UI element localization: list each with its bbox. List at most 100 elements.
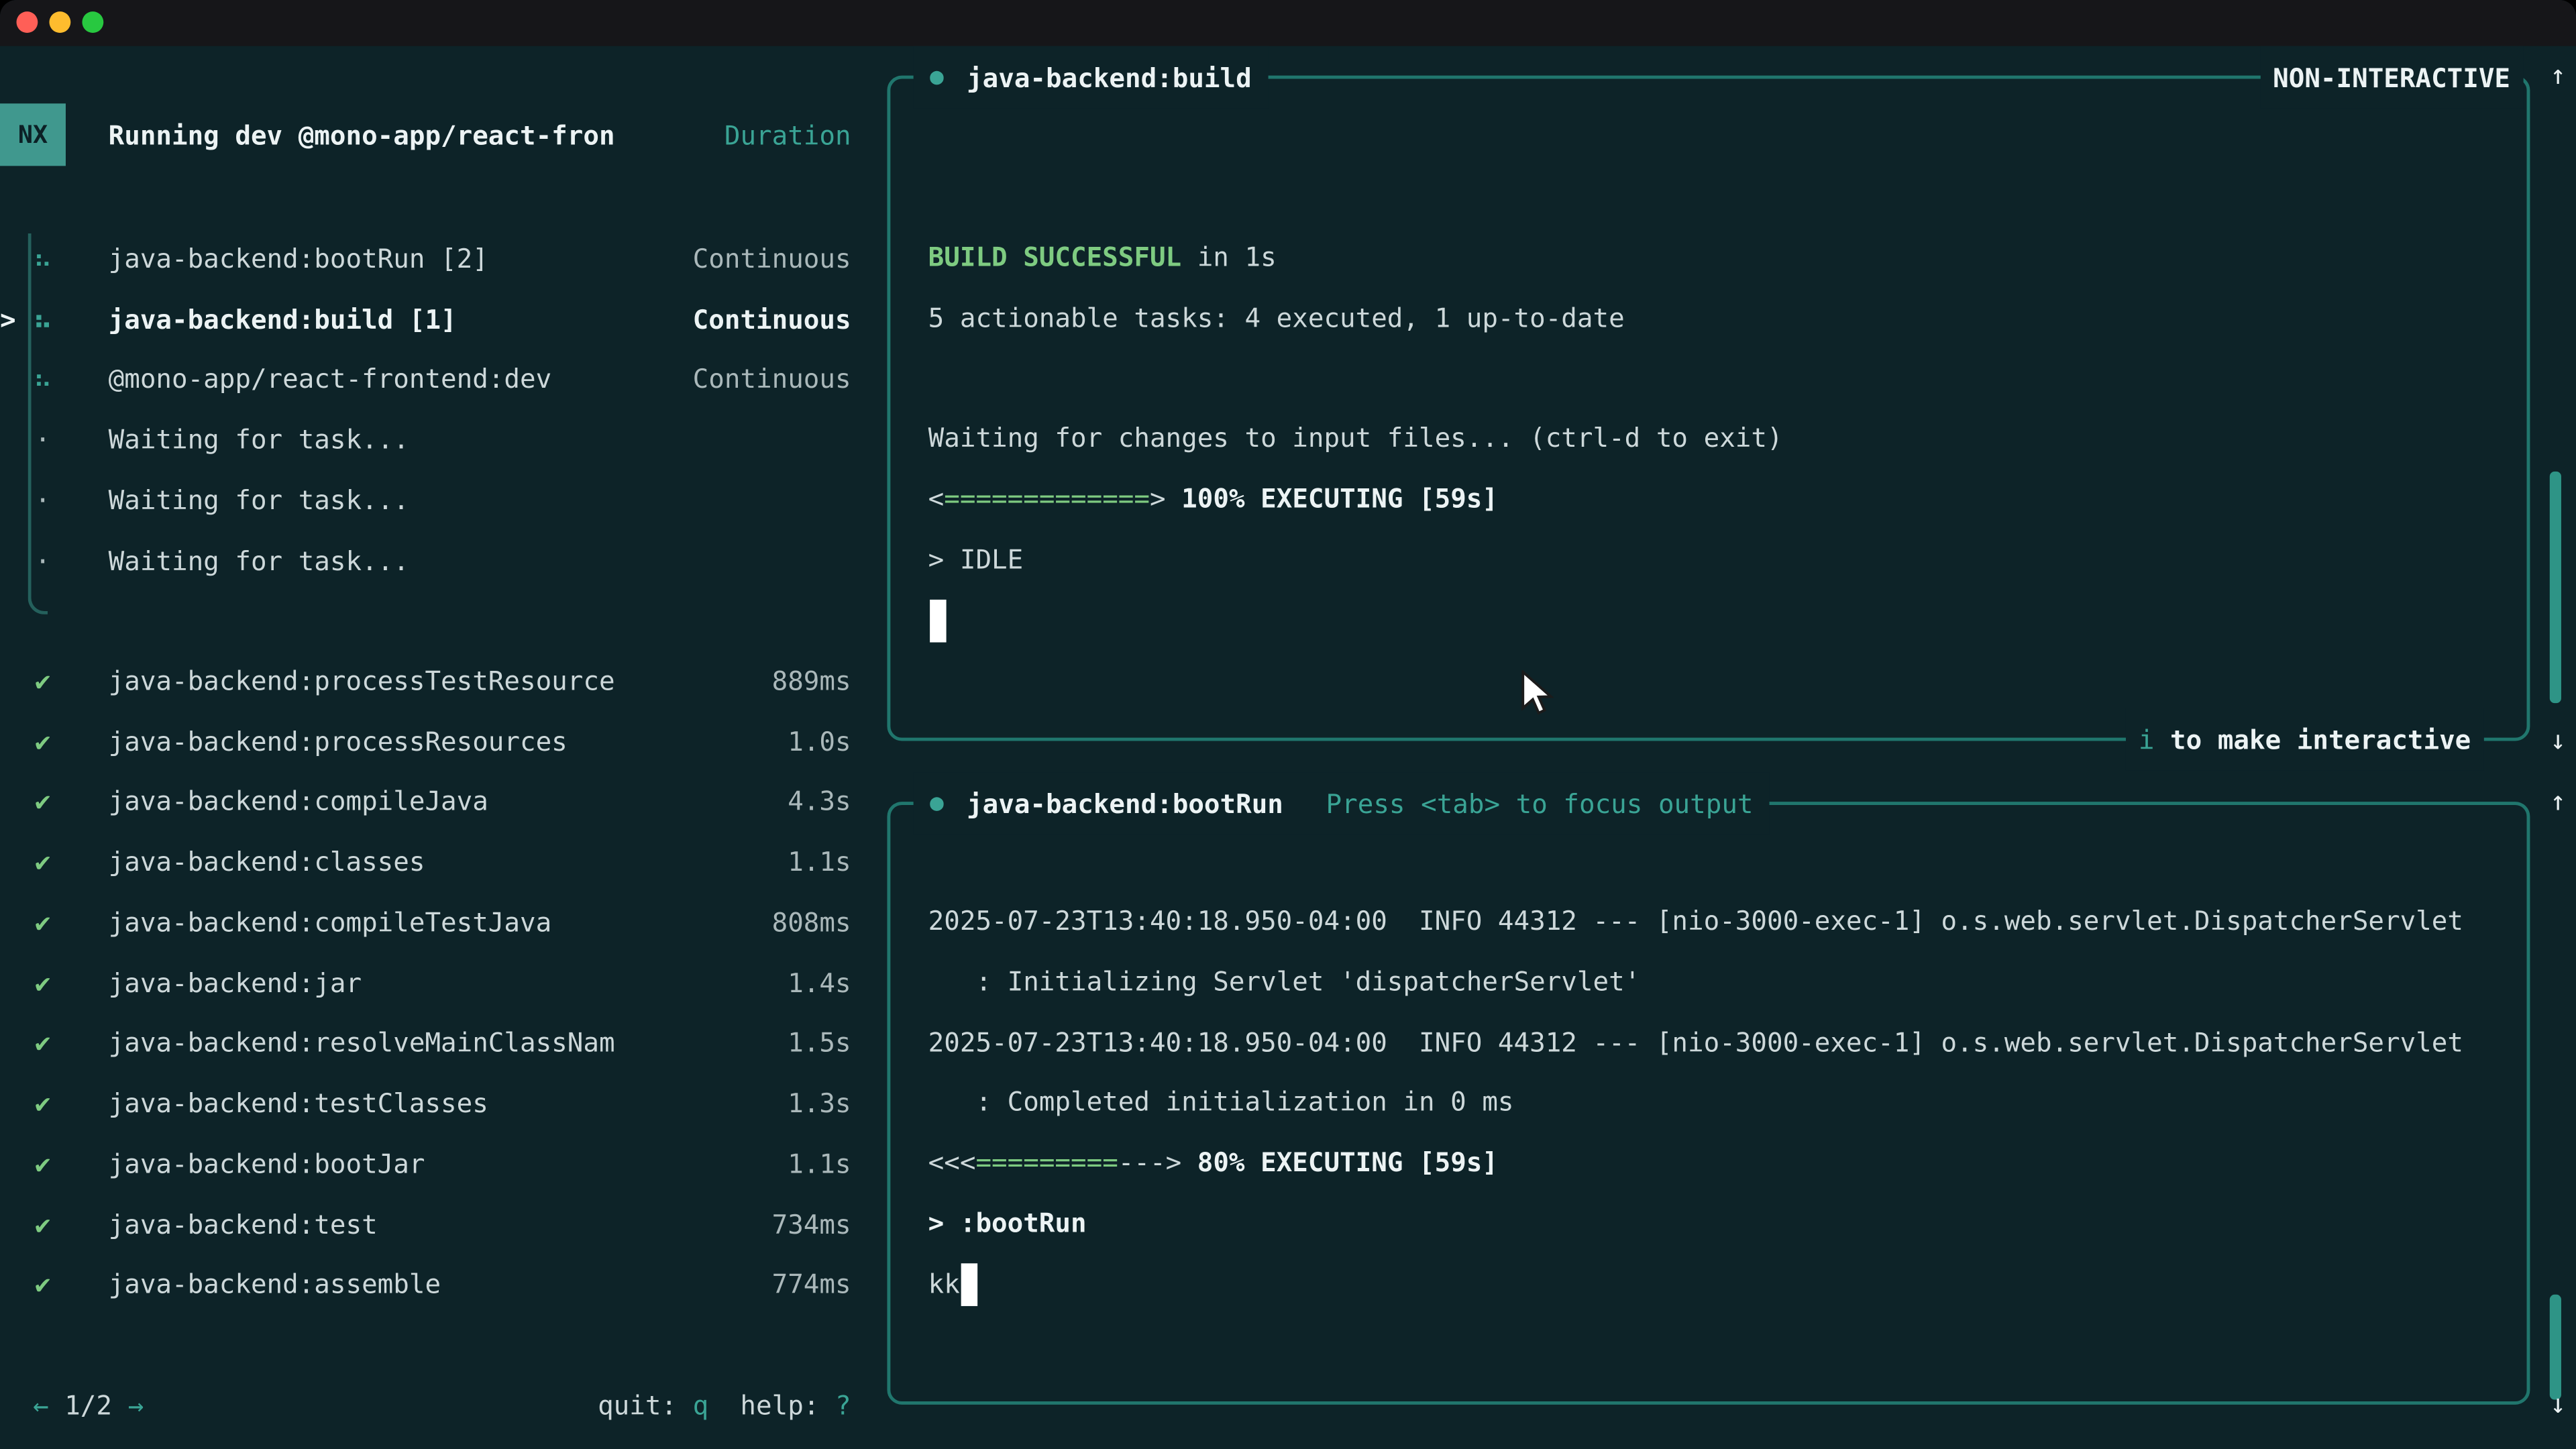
interactive-hint-text: to make interactive: [2154, 724, 2471, 755]
check-icon: ✔: [26, 967, 59, 999]
scrollbar-thumb[interactable]: [2550, 472, 2561, 703]
output-text: --->: [1118, 1146, 1181, 1178]
task-row[interactable]: ·Waiting for task...: [0, 409, 851, 470]
task-sidebar: NX Running dev @mono-app/react-fron Dura…: [0, 0, 887, 1449]
task-row[interactable]: ✔java-backend:processTestResource889ms: [0, 651, 851, 711]
check-icon: ✔: [26, 847, 59, 878]
scroll-down-icon[interactable]: ↓: [2540, 1375, 2576, 1434]
check-icon: ✔: [26, 907, 59, 938]
output-text: 2025-07-23T13:40:18.950-04:00 INFO 44312…: [928, 1026, 2463, 1057]
page-number: 1/2: [64, 1390, 112, 1421]
task-name: java-backend:resolveMainClassNam: [109, 1028, 788, 1059]
output-text: <: [928, 483, 945, 515]
task-name: java-backend:compileTestJava: [109, 907, 772, 938]
task-row[interactable]: ✔java-backend:test734ms: [0, 1194, 851, 1254]
spacer: [112, 1390, 128, 1421]
output-line: [928, 590, 2514, 651]
task-row[interactable]: ✔java-backend:compileJava4.3s: [0, 771, 851, 832]
task-row[interactable]: ⠦@mono-app/react-frontend:devContinuous: [0, 349, 851, 409]
output-line: : Completed initialization in 0 ms: [928, 1073, 2514, 1134]
pane-build[interactable]: ● java-backend:build NON-INTERACTIVE BUI…: [887, 76, 2530, 741]
pane-build-title-text: java-backend:build: [967, 62, 1252, 93]
task-name: java-backend:assemble: [109, 1269, 772, 1301]
task-row[interactable]: >⠦java-backend:build [1]Continuous: [0, 288, 851, 349]
output-line: kk: [928, 1254, 2514, 1315]
output-text: in 1s: [1181, 241, 1277, 273]
page-next-icon[interactable]: →: [128, 1390, 144, 1421]
output-text: <<<: [928, 1146, 976, 1178]
sidebar-title: Running dev @mono-app/react-fron: [109, 119, 724, 151]
output-text: >: [1150, 483, 1166, 515]
task-duration: 1.1s: [788, 1148, 851, 1180]
task-row[interactable]: ·Waiting for task...: [0, 530, 851, 590]
output-text: : Initializing Servlet 'dispatcherServle…: [928, 965, 1641, 997]
output-text: 5 actionable tasks: 4 executed, 1 up-to-…: [928, 302, 1625, 333]
task-row[interactable]: ✔ java-backend:processResources1.0s: [0, 711, 851, 771]
task-row[interactable]: ✔java-backend:resolveMainClassNam1.5s: [0, 1013, 851, 1073]
help-key[interactable]: ?: [835, 1390, 851, 1421]
output-line: 5 actionable tasks: 4 executed, 1 up-to-…: [928, 288, 2514, 349]
check-icon: ✔: [26, 1209, 59, 1240]
task-duration: 1.4s: [788, 967, 851, 999]
task-name: java-backend:build [1]: [109, 303, 693, 335]
task-name: java-backend:processResources: [109, 726, 788, 757]
output-text: 100% EXECUTING [59s]: [1166, 483, 1498, 515]
scroll-up-icon[interactable]: ↑: [2540, 772, 2576, 831]
task-duration: 1.0s: [788, 726, 851, 757]
task-name: Waiting for task...: [109, 424, 851, 455]
selected-task-arrow: >: [0, 303, 26, 335]
task-row[interactable]: ✔ java-backend:bootJar1.1s: [0, 1134, 851, 1194]
output-line: > :bootRun: [928, 1194, 2514, 1254]
task-row[interactable]: ✔java-backend:jar1.4s: [0, 953, 851, 1013]
task-name: java-backend:bootJar: [109, 1148, 788, 1180]
page-prev-icon[interactable]: ←: [33, 1390, 49, 1421]
pane-build-title: ● java-backend:build: [914, 46, 1269, 109]
output-line: <<<=========---> 80% EXECUTING [59s]: [928, 1134, 2514, 1194]
terminal-window: NX Running dev @mono-app/react-fron Dura…: [0, 0, 2576, 1449]
task-row[interactable]: ⠦java-backend:bootRun [2]Continuous: [0, 228, 851, 288]
output-line: Waiting for changes to input files... (c…: [928, 409, 2514, 470]
task-row[interactable]: ✔ java-backend:assemble774ms: [0, 1254, 851, 1315]
output-line: > IDLE: [928, 530, 2514, 590]
output-text: BUILD SUCCESSFUL: [928, 241, 1181, 273]
task-name: Waiting for task...: [109, 484, 851, 516]
make-interactive-hint: i to make interactive: [2125, 708, 2484, 771]
duration-column-header: Duration: [724, 119, 851, 151]
output-line: : Initializing Servlet 'dispatcherServle…: [928, 953, 2514, 1013]
task-duration: 808ms: [772, 907, 851, 938]
output-text: =============: [944, 483, 1150, 515]
check-icon: ✔: [26, 1028, 59, 1059]
task-row[interactable]: ·Waiting for task...: [0, 470, 851, 530]
text-cursor: [961, 1263, 977, 1306]
pane-bootrun[interactable]: ● java-backend:bootRun Press <tab> to fo…: [887, 802, 2530, 1405]
check-icon: ✔: [26, 1269, 59, 1301]
interactive-key[interactable]: i: [2139, 724, 2155, 755]
scroll-up-icon[interactable]: ↑: [2540, 46, 2576, 105]
text-cursor: [930, 600, 946, 643]
task-name: @mono-app/react-frontend:dev: [109, 364, 693, 395]
bootrun-output[interactable]: 2025-07-23T13:40:18.950-04:00 INFO 44312…: [928, 892, 2514, 1315]
output-text: > :bootRun: [928, 1207, 1087, 1238]
quit-key[interactable]: q: [693, 1390, 709, 1421]
task-name: Waiting for task...: [109, 545, 851, 576]
check-icon: ✔: [26, 726, 59, 757]
output-line: 2025-07-23T13:40:18.950-04:00 INFO 44312…: [928, 1013, 2514, 1073]
help-label: help:: [708, 1390, 835, 1421]
quit-label: quit:: [598, 1390, 693, 1421]
output-line: BUILD SUCCESSFUL in 1s: [928, 228, 2514, 288]
task-row[interactable]: ✔ java-backend:classes1.1s: [0, 832, 851, 892]
task-name: java-backend:classes: [109, 847, 788, 878]
output-text: 2025-07-23T13:40:18.950-04:00 INFO 44312…: [928, 905, 2463, 936]
output-text: kk: [928, 1267, 960, 1299]
sidebar-header: NX Running dev @mono-app/react-fron Dura…: [0, 102, 851, 168]
task-row[interactable]: ✔ java-backend:compileTestJava808ms: [0, 892, 851, 953]
scroll-down-icon[interactable]: ↓: [2540, 711, 2576, 770]
task-row[interactable]: ✔java-backend:testClasses1.3s: [0, 1073, 851, 1134]
task-duration: 1.1s: [788, 847, 851, 878]
build-output[interactable]: BUILD SUCCESSFUL in 1s 5 actionable tasks…: [928, 228, 2514, 651]
sidebar-footer: ← 1/2 → quit: q help: ?: [33, 1375, 851, 1436]
task-duration: 734ms: [772, 1209, 851, 1240]
running-dot-icon: ●: [930, 64, 944, 91]
task-duration: 774ms: [772, 1269, 851, 1301]
check-icon: ✔: [26, 1148, 59, 1180]
